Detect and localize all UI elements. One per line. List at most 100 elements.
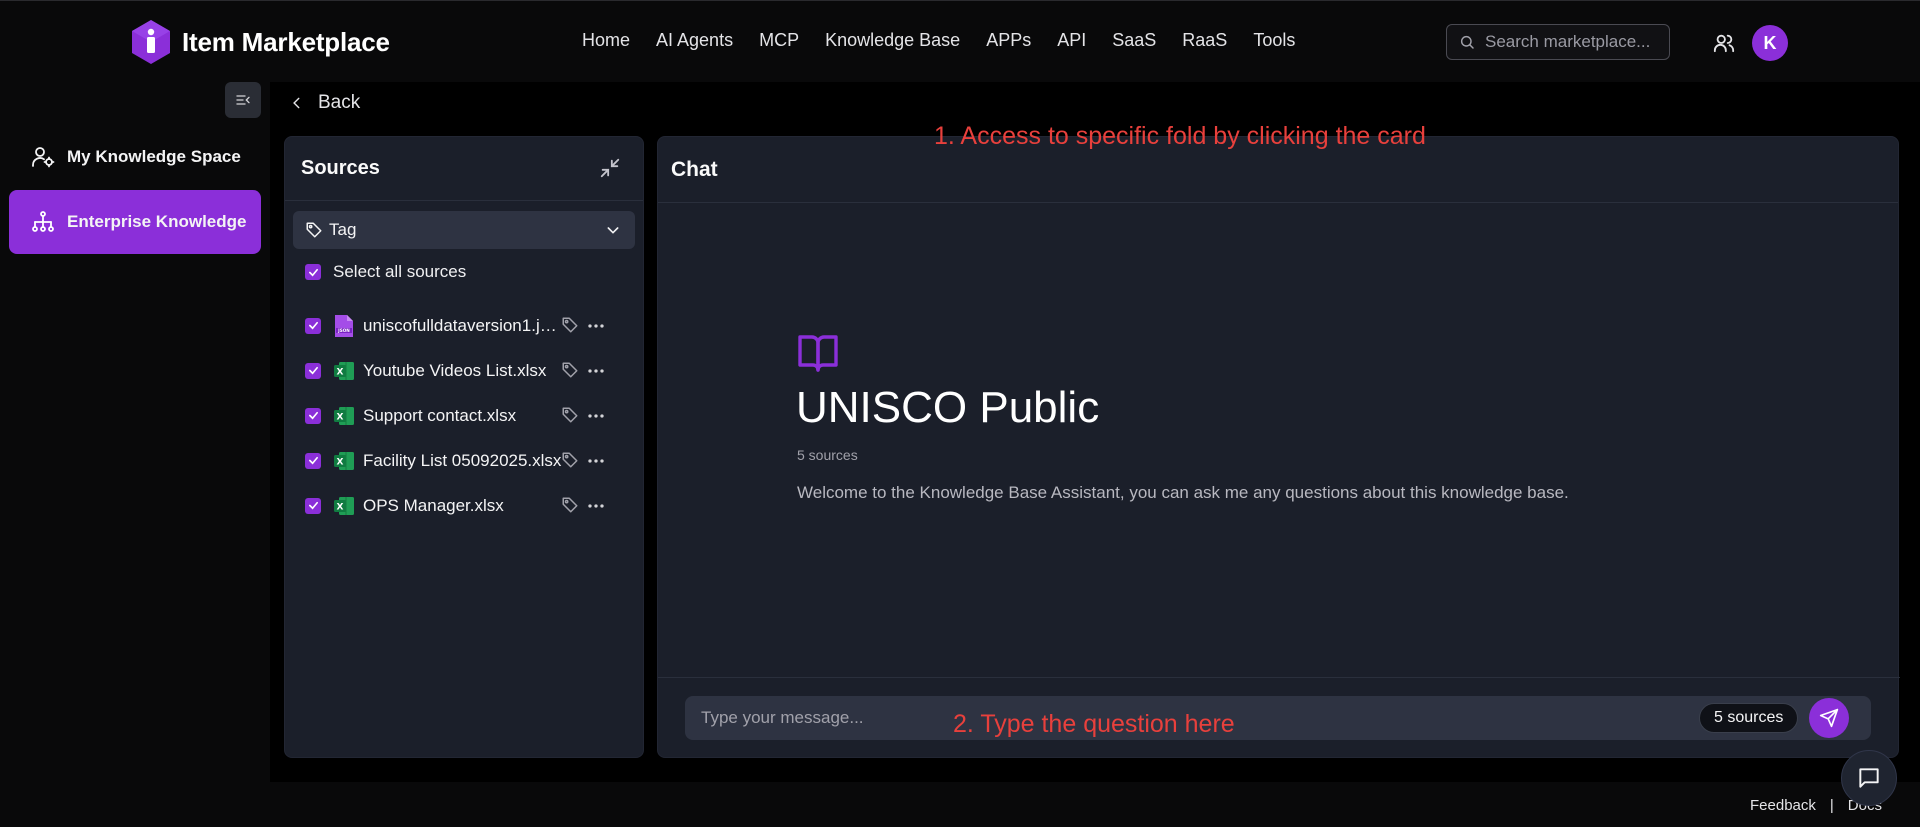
- sources-title: Sources: [301, 157, 380, 179]
- checkmark-icon: [308, 411, 318, 420]
- annotation-step-1: 1. Access to specific fold by clicking t…: [934, 122, 1426, 150]
- select-all-sources[interactable]: Select all sources: [305, 262, 466, 282]
- tag-filter-select[interactable]: Tag: [293, 211, 635, 249]
- source-list: JSON uniscofulldataversion1.json X Youtu…: [305, 303, 627, 528]
- tag-icon[interactable]: [561, 316, 579, 334]
- knowledge-base-title: UNISCO Public: [796, 383, 1100, 432]
- welcome-message: Welcome to the Knowledge Base Assistant,…: [797, 483, 1569, 502]
- source-checkbox[interactable]: [305, 407, 321, 424]
- open-book-icon: [798, 335, 838, 372]
- nav-raas[interactable]: RaaS: [1182, 30, 1227, 51]
- excel-file-icon: X: [334, 361, 354, 380]
- checkmark-icon: [308, 268, 318, 276]
- user-avatar[interactable]: K: [1752, 25, 1788, 61]
- source-checkbox[interactable]: [305, 497, 321, 514]
- more-options-icon[interactable]: [587, 497, 605, 515]
- sidebar: My Knowledge Space Enterprise Knowledge: [0, 82, 270, 782]
- back-label: Back: [318, 92, 361, 113]
- source-checkbox[interactable]: [305, 317, 321, 334]
- sidebar-item-my-knowledge-space[interactable]: My Knowledge Space: [9, 125, 261, 189]
- feedback-link[interactable]: Feedback: [1750, 797, 1816, 814]
- nav-knowledge-base[interactable]: Knowledge Base: [825, 30, 960, 51]
- top-navigation-bar: Item Marketplace Home AI Agents MCP Know…: [0, 0, 1920, 82]
- sidebar-item-label: My Knowledge Space: [67, 147, 241, 166]
- more-options-icon[interactable]: [587, 407, 605, 425]
- org-chart-icon: [32, 211, 54, 232]
- tag-icon[interactable]: [561, 361, 579, 379]
- excel-file-icon: X: [334, 451, 354, 470]
- checkmark-icon: [308, 366, 318, 375]
- sidebar-item-label: Enterprise Knowledge: [67, 212, 247, 231]
- checkmark-icon: [308, 501, 318, 510]
- more-options-icon[interactable]: [587, 317, 605, 335]
- nav-api[interactable]: API: [1057, 30, 1086, 51]
- hexagon-logo-icon: [132, 20, 170, 64]
- chevron-left-icon: [293, 97, 300, 109]
- nav-home[interactable]: Home: [582, 30, 630, 51]
- tag-icon[interactable]: [561, 451, 579, 469]
- svg-text:X: X: [337, 412, 344, 422]
- source-checkbox[interactable]: [305, 362, 321, 379]
- search-box[interactable]: [1446, 24, 1670, 60]
- nav-saas[interactable]: SaaS: [1112, 30, 1156, 51]
- svg-text:X: X: [337, 367, 344, 377]
- tag-filter-label: Tag: [329, 220, 357, 239]
- nav-ai-agents[interactable]: AI Agents: [656, 30, 733, 51]
- message-box[interactable]: 5 sources: [685, 696, 1871, 740]
- send-icon: [1819, 708, 1839, 728]
- user-gear-icon: [32, 147, 55, 168]
- source-checkbox[interactable]: [305, 452, 321, 469]
- excel-file-icon: X: [334, 406, 354, 425]
- svg-text:JSON: JSON: [337, 328, 350, 333]
- chat-title: Chat: [671, 157, 718, 181]
- svg-text:X: X: [337, 502, 344, 512]
- source-name: Youtube Videos List.xlsx: [363, 360, 547, 380]
- select-all-checkbox[interactable]: [305, 264, 321, 280]
- nav-tools[interactable]: Tools: [1253, 30, 1295, 51]
- search-icon: [1460, 35, 1474, 49]
- select-all-label: Select all sources: [333, 262, 467, 281]
- chat-bubble-icon: [1859, 768, 1879, 788]
- collapse-menu-icon: [236, 95, 250, 105]
- chevron-down-icon: [607, 227, 619, 234]
- json-file-icon: JSON: [335, 314, 353, 337]
- back-button[interactable]: Back: [290, 92, 360, 114]
- list-item[interactable]: X Facility List 05092025.xlsx: [305, 438, 627, 483]
- tag-icon[interactable]: [561, 406, 579, 424]
- list-item[interactable]: JSON uniscofulldataversion1.json: [305, 303, 627, 348]
- more-options-icon[interactable]: [587, 362, 605, 380]
- support-chat-button[interactable]: [1841, 750, 1897, 806]
- list-item[interactable]: X OPS Manager.xlsx: [305, 483, 627, 528]
- sources-count-pill[interactable]: 5 sources: [1699, 703, 1799, 733]
- nav-apps[interactable]: APPs: [986, 30, 1031, 51]
- chat-panel: Chat UNISCO Public 5 sources Welcome to …: [657, 136, 1900, 759]
- tag-icon[interactable]: [561, 496, 579, 514]
- brand[interactable]: Item Marketplace: [130, 19, 390, 65]
- annotation-step-2: 2. Type the question here: [953, 710, 1235, 738]
- more-options-icon[interactable]: [587, 452, 605, 470]
- checkmark-icon: [308, 456, 318, 465]
- checkmark-icon: [308, 321, 318, 330]
- sources-panel: Sources Tag Select all sources JSON unis…: [284, 136, 644, 758]
- nav-mcp[interactable]: MCP: [759, 30, 799, 51]
- source-name: uniscofulldataversion1.json: [363, 315, 563, 335]
- list-item[interactable]: X Support contact.xlsx: [305, 393, 627, 438]
- users-icon[interactable]: [1713, 32, 1735, 54]
- source-name: OPS Manager.xlsx: [363, 495, 504, 515]
- list-item[interactable]: X Youtube Videos List.xlsx: [305, 348, 627, 393]
- search-input[interactable]: [1485, 32, 1665, 52]
- source-name: Support contact.xlsx: [363, 405, 517, 425]
- tag-icon: [306, 222, 322, 238]
- collapse-sidebar-button[interactable]: [225, 82, 261, 118]
- send-button[interactable]: [1809, 698, 1849, 738]
- source-name: Facility List 05092025.xlsx: [363, 450, 562, 470]
- footer: Feedback | Docs: [0, 782, 1920, 827]
- svg-text:X: X: [337, 457, 344, 467]
- chat-input-area: 5 sources: [658, 677, 1900, 759]
- knowledge-base-source-count: 5 sources: [797, 447, 858, 463]
- main-content: Back Sources Tag Select all sources JSON…: [270, 82, 1920, 782]
- excel-file-icon: X: [334, 496, 354, 515]
- footer-separator: |: [1829, 797, 1834, 814]
- minimize-icon[interactable]: [599, 157, 621, 179]
- sidebar-item-enterprise-knowledge[interactable]: Enterprise Knowledge: [9, 190, 261, 254]
